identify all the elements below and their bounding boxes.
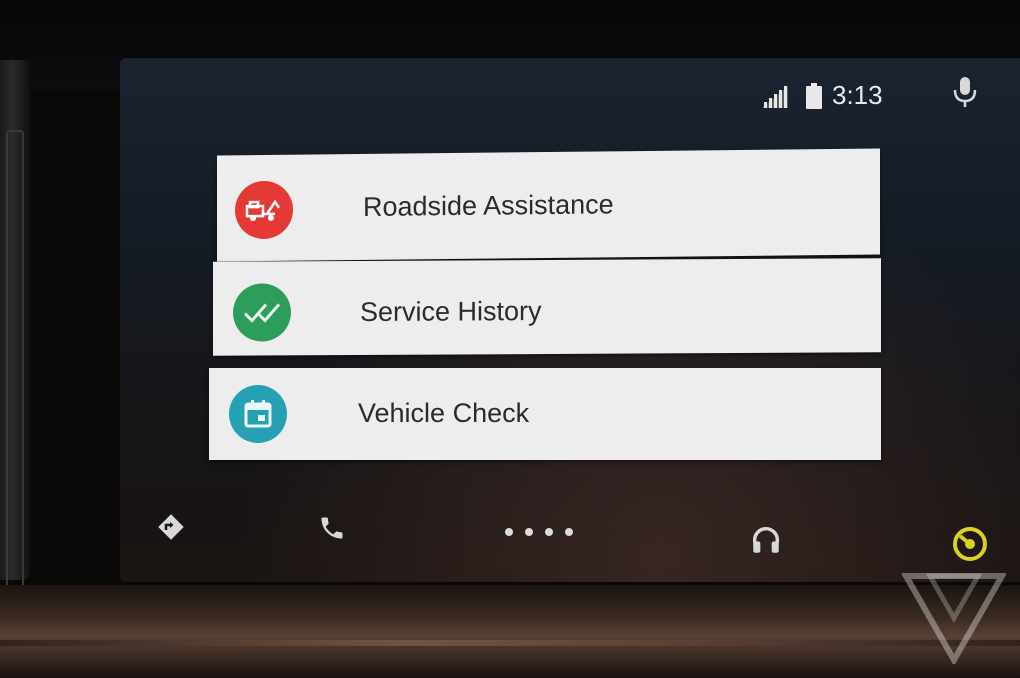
menu-item-vehicle-check[interactable]: Vehicle Check	[209, 368, 881, 460]
bottom-nav-bar	[120, 498, 1020, 582]
dot	[505, 528, 513, 536]
calendar-icon	[229, 385, 287, 443]
app-launcher-icon[interactable]	[948, 522, 992, 566]
tow-truck-icon	[235, 180, 293, 240]
dot	[525, 528, 533, 536]
navigation-icon[interactable]	[156, 512, 186, 542]
mic-icon[interactable]	[951, 76, 979, 108]
home-dots[interactable]	[494, 522, 584, 542]
dot	[545, 528, 553, 536]
bezel-trim	[6, 130, 24, 634]
double-check-icon	[233, 283, 291, 342]
dashboard-trim	[0, 585, 1020, 678]
head-unit-screen: 3:13 Roadside Assistance Service History…	[120, 58, 1020, 582]
menu-item-service-history[interactable]: Service History	[213, 258, 881, 356]
phone-icon[interactable]	[316, 512, 348, 544]
publisher-logo-watermark	[902, 573, 1006, 664]
battery-icon	[806, 83, 822, 109]
dot	[565, 528, 573, 536]
clock: 3:13	[832, 80, 883, 110]
headphones-icon[interactable]	[746, 520, 786, 560]
status-bar: 3:13	[120, 58, 1020, 128]
menu-item-label: Vehicle Check	[358, 398, 530, 428]
menu-item-roadside-assistance[interactable]: Roadside Assistance	[217, 148, 880, 262]
signal-icon	[762, 86, 788, 108]
dashboard-left-bezel	[0, 60, 30, 634]
menu-item-label: Roadside Assistance	[363, 189, 614, 222]
dashboard-trim-line	[0, 640, 1020, 646]
menu-item-label: Service History	[360, 296, 542, 327]
